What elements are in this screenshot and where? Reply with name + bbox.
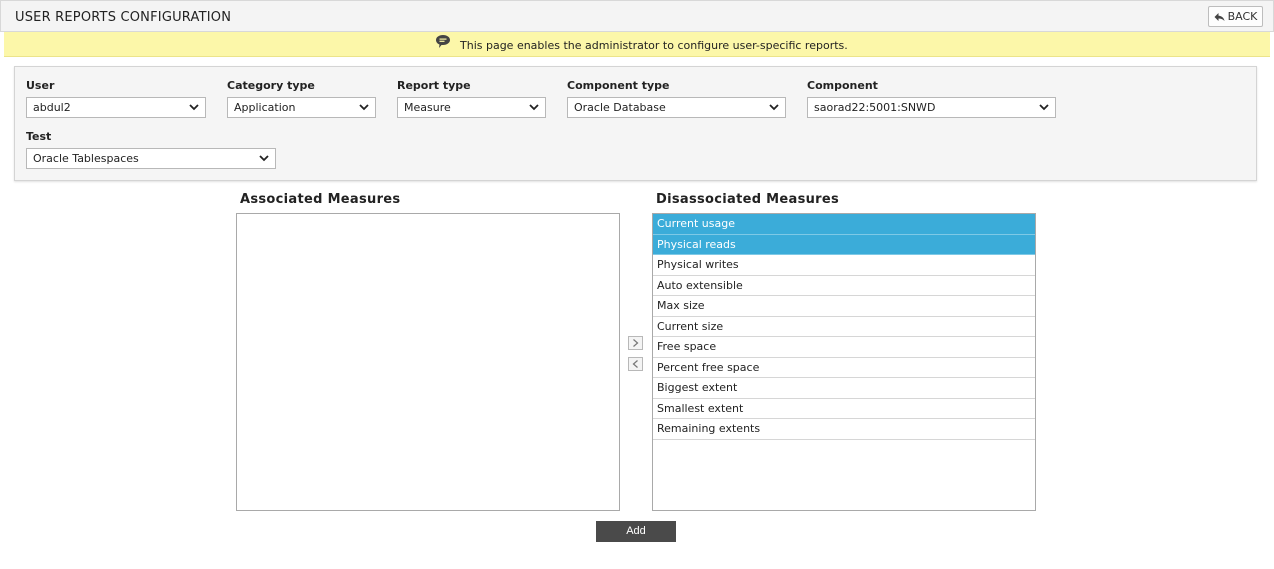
component-label: Component xyxy=(807,79,878,92)
component-select[interactable]: saorad22:5001:SNWD xyxy=(807,97,1056,118)
list-item[interactable]: Free space xyxy=(653,337,1035,358)
list-item[interactable]: Remaining extents xyxy=(653,419,1035,440)
component-type-select-value: Oracle Database xyxy=(574,101,666,114)
chevron-down-icon xyxy=(259,155,269,162)
disassociated-measures-list[interactable]: Current usage Physical reads Physical writ… xyxy=(652,213,1036,511)
info-message: This page enables the administrator to c… xyxy=(460,39,848,52)
list-item[interactable]: Current usage xyxy=(653,214,1035,235)
disassociated-measures-heading: Disassociated Measures xyxy=(656,192,840,207)
list-item[interactable]: Physical reads xyxy=(653,234,1035,255)
info-banner: This page enables the administrator to c… xyxy=(4,32,1270,57)
page-title: USER REPORTS CONFIGURATION xyxy=(15,10,232,25)
component-type-label: Component type xyxy=(567,79,670,92)
list-item[interactable]: Auto extensible xyxy=(653,276,1035,296)
report-type-select[interactable]: Measure xyxy=(397,97,546,118)
user-select[interactable]: abdul2 xyxy=(26,97,206,118)
report-type-label: Report type xyxy=(397,79,471,92)
page-header: USER REPORTS CONFIGURATION BACK xyxy=(0,0,1274,32)
chevron-down-icon xyxy=(529,104,539,111)
add-button[interactable]: Add xyxy=(596,521,676,542)
category-type-select-value: Application xyxy=(234,101,296,114)
chevron-left-icon xyxy=(632,360,638,368)
chevron-down-icon xyxy=(769,104,779,111)
move-right-button[interactable] xyxy=(628,336,643,350)
list-item[interactable]: Smallest extent xyxy=(653,399,1035,419)
associated-measures-list[interactable] xyxy=(236,213,620,511)
user-label: User xyxy=(26,79,55,92)
list-item[interactable]: Percent free space xyxy=(653,358,1035,378)
move-left-button[interactable] xyxy=(628,357,643,371)
list-item[interactable]: Max size xyxy=(653,296,1035,317)
back-button[interactable]: BACK xyxy=(1208,6,1263,27)
list-item[interactable]: Biggest extent xyxy=(653,378,1035,399)
back-arrow-icon xyxy=(1214,12,1225,21)
back-button-label: BACK xyxy=(1227,10,1258,23)
component-select-value: saorad22:5001:SNWD xyxy=(814,101,936,114)
user-select-value: abdul2 xyxy=(33,101,71,114)
category-type-label: Category type xyxy=(227,79,315,92)
report-type-select-value: Measure xyxy=(404,101,451,114)
chevron-down-icon xyxy=(359,104,369,111)
filter-panel: User abdul2 Category type Application Re… xyxy=(14,66,1257,181)
associated-measures-heading: Associated Measures xyxy=(240,192,401,207)
chevron-down-icon xyxy=(189,104,199,111)
test-select[interactable]: Oracle Tablespaces xyxy=(26,148,276,169)
chevron-right-icon xyxy=(633,339,639,347)
component-type-select[interactable]: Oracle Database xyxy=(567,97,786,118)
test-label: Test xyxy=(26,130,52,143)
category-type-select[interactable]: Application xyxy=(227,97,376,118)
test-select-value: Oracle Tablespaces xyxy=(33,152,139,165)
list-item[interactable]: Physical writes xyxy=(653,255,1035,276)
speech-bubble-icon xyxy=(436,35,450,48)
chevron-down-icon xyxy=(1039,104,1049,111)
list-item[interactable]: Current size xyxy=(653,317,1035,337)
